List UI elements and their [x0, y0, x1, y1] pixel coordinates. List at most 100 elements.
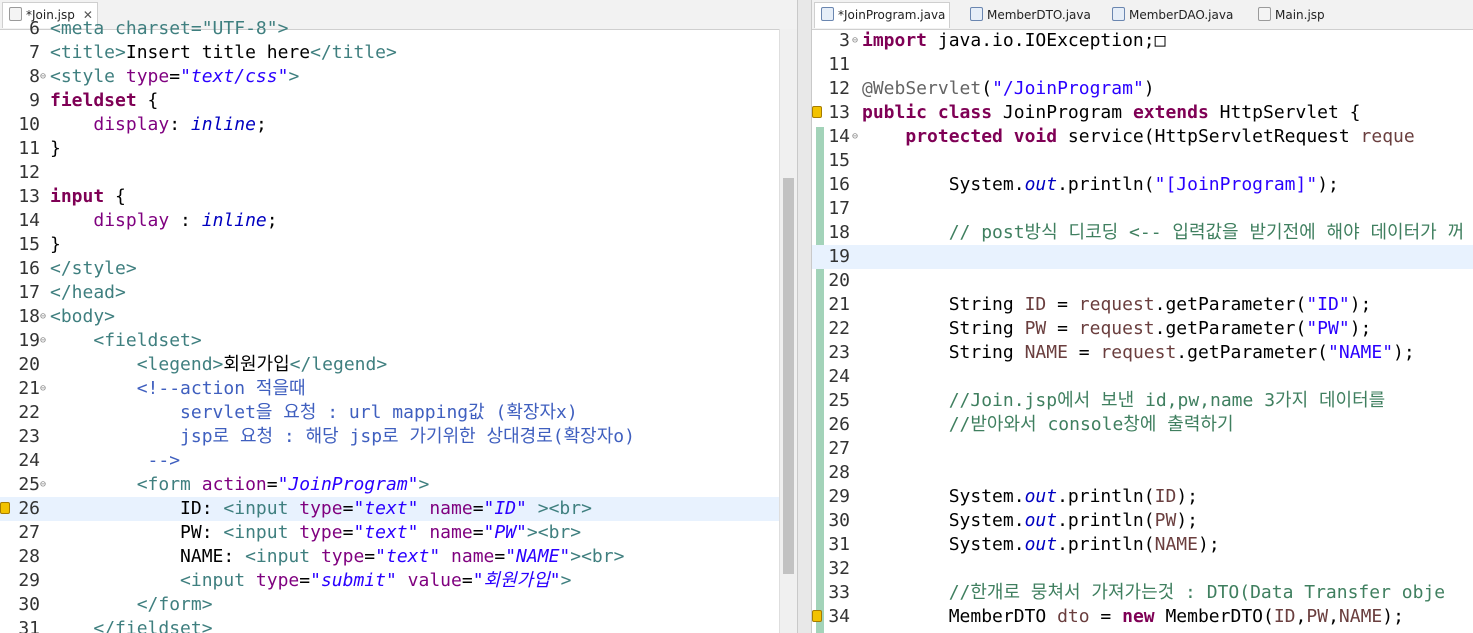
code-token: out — [1024, 510, 1058, 531]
code-line[interactable]: 27 — [812, 437, 1473, 461]
code-token: = — [169, 66, 181, 87]
code-token: = — [299, 570, 311, 591]
code-line[interactable]: 30 System.out.println(PW); — [812, 509, 1473, 533]
code-line[interactable]: 14 display : inline; — [0, 209, 797, 233]
code-text: protected void service(HttpServletReques… — [862, 125, 1414, 149]
line-number: 21 — [18, 378, 40, 399]
code-token: </head> — [50, 282, 126, 303]
tab-joinprogram-java[interactable]: *JoinProgram.java — [814, 2, 951, 28]
code-token: "NAME" — [505, 546, 571, 567]
java-code-editor[interactable]: 3 ⊖ import java.io.IOException;□ 11 12 @WebSe… — [812, 29, 1473, 633]
code-line[interactable]: 26 //받아와서 console창에 출력하기 — [812, 413, 1473, 437]
code-line[interactable]: 25 //Join.jsp에서 보낸 id,pw,name 3가지 데이터를 — [812, 389, 1473, 413]
code-line[interactable]: 3 ⊖ import java.io.IOException;□ — [812, 29, 1473, 53]
tab-memberdto-java[interactable]: MemberDTO.java — [964, 3, 1095, 28]
code-line[interactable]: 11 — [812, 53, 1473, 77]
left-editor-pane[interactable]: *Join.jsp ✕ 6 <meta charset="UTF-8"> 7 <titl… — [0, 0, 797, 633]
code-line[interactable]: 26 ID: <input type="text" name="ID" ><br… — [0, 497, 797, 521]
code-token: "text/css" — [180, 66, 289, 87]
code-token: <form — [136, 474, 202, 495]
code-line[interactable]: 31 System.out.println(NAME); — [812, 533, 1473, 557]
fold-toggle-icon[interactable]: ⊖ — [40, 329, 50, 353]
code-line[interactable]: 24 --> — [0, 449, 797, 473]
code-line[interactable]: 17 — [812, 197, 1473, 221]
code-token: } — [50, 234, 61, 255]
code-line[interactable]: 14 ⊖ protected void service(HttpServletRe… — [812, 125, 1473, 149]
line-number: 17 — [828, 198, 850, 219]
code-line[interactable]: 34 MemberDTO dto = new MemberDTO(ID,PW,N… — [812, 605, 1473, 629]
code-line[interactable]: 30 </form> — [0, 593, 797, 617]
fold-toggle-icon[interactable]: ⊖ — [852, 29, 862, 53]
code-token: "submit" — [310, 570, 397, 591]
fold-toggle-icon[interactable]: ⊖ — [40, 65, 50, 89]
code-line[interactable]: 8 ⊖ <style type="text/css"> — [0, 65, 797, 89]
fold-toggle-icon[interactable]: ⊖ — [40, 305, 50, 329]
code-line[interactable]: 22 servlet을 요청 : url mapping값 (확장자x) — [0, 401, 797, 425]
code-line[interactable]: 19 — [812, 245, 1473, 269]
pane-divider[interactable] — [797, 0, 812, 633]
code-line[interactable]: 31 </fieldset> — [0, 617, 797, 633]
line-number: 24 — [828, 366, 850, 387]
java-file-icon — [821, 7, 834, 21]
fold-toggle-icon[interactable]: ⊖ — [40, 473, 50, 497]
tab-memberdao-java[interactable]: MemberDAO.java — [1106, 3, 1237, 28]
code-line[interactable]: 9 fieldset { — [0, 89, 797, 113]
code-line[interactable]: 16 System.out.println("[JoinProgram]"); — [812, 173, 1473, 197]
code-line[interactable]: 29 <input type="submit" value="회원가입"> — [0, 569, 797, 593]
code-line[interactable]: 28 — [812, 461, 1473, 485]
code-line[interactable]: 15} — [0, 233, 797, 257]
code-token: // post방식 디코딩 <-- 입력값을 받기전에 해야 데이터가 꺼 — [948, 222, 1465, 243]
code-line[interactable]: 27 PW: <input type="text" name="PW"><br> — [0, 521, 797, 545]
code-text: String PW = request.getParameter("PW"); — [862, 317, 1372, 341]
code-text: input { — [50, 185, 126, 209]
code-line[interactable]: 29 System.out.println(ID); — [812, 485, 1473, 509]
line-number: 20 — [828, 270, 850, 291]
code-token: "[JoinProgram]" — [1154, 174, 1318, 195]
code-line[interactable]: 15 — [812, 149, 1473, 173]
code-line[interactable]: 20 — [812, 269, 1473, 293]
code-line[interactable]: 6 <meta charset="UTF-8"> — [0, 17, 797, 41]
code-line[interactable]: 18 // post방식 디코딩 <-- 입력값을 받기전에 해야 데이터가 꺼 — [812, 221, 1473, 245]
code-line[interactable]: 28 NAME: <input type="text" name="NAME">… — [0, 545, 797, 569]
code-token: System. — [862, 534, 1025, 555]
code-token: input — [50, 186, 105, 207]
code-line[interactable]: 24 — [812, 365, 1473, 389]
code-line[interactable]: 25 ⊖ <form action="JoinProgram"> — [0, 473, 797, 497]
code-line[interactable]: 23 String NAME = request.getParameter("N… — [812, 341, 1473, 365]
code-line[interactable]: 18 ⊖ <body> — [0, 305, 797, 329]
code-line[interactable]: 12 @WebServlet("/JoinProgram") — [812, 77, 1473, 101]
code-line[interactable]: 13 input { — [0, 185, 797, 209]
code-line[interactable]: 20 <legend>회원가입</legend> — [0, 353, 797, 377]
code-line[interactable]: 21 ⊖ <!--action 적을때 — [0, 377, 797, 401]
code-line[interactable]: 11} — [0, 137, 797, 161]
scrollbar-thumb[interactable] — [783, 178, 794, 574]
line-number: 16 — [828, 174, 850, 195]
code-line[interactable]: 10 display: inline; — [0, 113, 797, 137]
code-token: , — [1328, 606, 1339, 627]
code-line[interactable]: 13 public class JoinProgram extends HttpS… — [812, 101, 1473, 125]
fold-toggle-icon[interactable]: ⊖ — [852, 125, 862, 149]
code-line[interactable]: 12 — [0, 161, 797, 185]
code-line[interactable]: 19 ⊖ <fieldset> — [0, 329, 797, 353]
fold-toggle-icon[interactable]: ⊖ — [40, 377, 50, 401]
code-token: } — [50, 138, 61, 159]
jsp-code-editor[interactable]: 6 <meta charset="UTF-8"> 7 <title>Insert ti… — [0, 18, 797, 633]
code-line[interactable]: 33 //한개로 뭉쳐서 가져가는것 : DTO(Data Transfer o… — [812, 581, 1473, 605]
tab-main-jsp[interactable]: Main.jsp — [1252, 3, 1329, 28]
code-line[interactable]: 21 String ID = request.getParameter("ID"… — [812, 293, 1473, 317]
code-line[interactable]: 32 — [812, 557, 1473, 581]
line-number: 11 — [828, 54, 850, 75]
code-line[interactable]: 16 </style> — [0, 257, 797, 281]
code-text: display : inline; — [50, 209, 277, 233]
code-line[interactable]: 22 String PW = request.getParameter("PW"… — [812, 317, 1473, 341]
code-line[interactable]: 17 </head> — [0, 281, 797, 305]
line-number: 29 — [18, 570, 40, 591]
right-editor-pane[interactable]: *JoinProgram.java MemberDTO.java MemberD… — [812, 0, 1473, 633]
vertical-scrollbar[interactable] — [779, 29, 797, 633]
code-line[interactable]: 7 <title>Insert title here</title> — [0, 41, 797, 65]
code-line[interactable]: 23 jsp로 요청 : 해당 jsp로 가기위한 상대경로(확장자o) — [0, 425, 797, 449]
code-token: = — [342, 522, 354, 543]
